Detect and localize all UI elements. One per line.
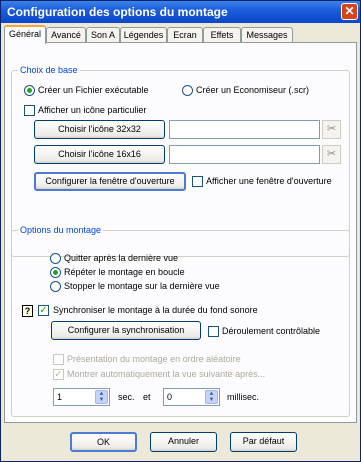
general-panel: Choix de base Créer un Fichier exécutabl… <box>4 42 357 423</box>
tab-sound-a[interactable]: Son A <box>86 27 120 43</box>
radio-quit[interactable] <box>50 253 61 264</box>
configure-sync-button[interactable]: Configurer la synchronisation <box>51 321 201 340</box>
ok-button[interactable]: OK <box>70 432 137 452</box>
default-button[interactable]: Par défaut <box>230 432 297 452</box>
radio-scr-label: Créer un Economiseur (.scr) <box>196 85 310 95</box>
tab-screen[interactable]: Ecran <box>167 27 203 43</box>
show-icon-checkbox[interactable] <box>24 105 35 116</box>
show-open-window-label: Afficher une fenêtre d'ouverture <box>206 176 332 186</box>
spinner-arrows-icon[interactable]: ▲ ▼ <box>205 390 218 404</box>
milliseconds-label: millisec. <box>227 392 260 402</box>
tab-advanced[interactable]: Avancé <box>46 27 86 43</box>
seconds-spinner[interactable]: 1 ▲ ▼ <box>53 388 110 406</box>
tab-general[interactable]: Général <box>4 25 46 44</box>
radio-quit-label: Quitter après la dernière vue <box>64 253 179 263</box>
window-title: Configuration des options du montage <box>7 5 228 19</box>
spinner-arrows-icon[interactable]: ▲ ▼ <box>95 390 108 404</box>
show-icon-label: Afficher un icône particulier <box>38 105 147 115</box>
tab-effects[interactable]: Effets <box>203 27 241 43</box>
sync-label: Synchroniser le montage à la durée du fo… <box>53 305 258 315</box>
radio-stop-label: Stopper le montage sur la dernière vue <box>64 281 220 291</box>
controllable-label: Déroulement contrôlable <box>222 326 321 336</box>
base-legend: Choix de base <box>20 65 78 75</box>
show-open-window-checkbox[interactable] <box>192 176 203 187</box>
options-legend: Options du montage <box>20 225 102 235</box>
seconds-label: sec. <box>118 392 135 402</box>
auto-next-checkbox[interactable]: ✓ <box>53 369 64 380</box>
icon-32-path-field[interactable] <box>169 120 320 139</box>
scissors-icon[interactable]: ✂ <box>322 120 341 139</box>
radio-scr[interactable] <box>182 85 193 96</box>
random-order-checkbox[interactable] <box>53 354 64 365</box>
milliseconds-value: 0 <box>167 392 173 402</box>
radio-repeat-label: Répéter le montage en boucle <box>64 267 185 277</box>
random-order-label: Présentation du montage en ordre aléatoi… <box>67 354 241 364</box>
sync-checkbox[interactable]: ✓ <box>38 305 49 316</box>
seconds-value: 1 <box>57 392 63 402</box>
icon-16-path-field[interactable] <box>169 145 320 164</box>
controllable-checkbox[interactable] <box>208 326 219 337</box>
configure-open-window-button[interactable]: Configurer la fenêtre d'ouverture <box>34 172 186 191</box>
help-icon[interactable]: ? <box>22 305 33 317</box>
tab-captions[interactable]: Légendes <box>120 27 167 43</box>
radio-exe[interactable] <box>24 85 35 96</box>
auto-next-label: Montrer automatiquement la vue suivante … <box>67 369 266 379</box>
radio-stop[interactable] <box>50 281 61 292</box>
tab-messages[interactable]: Messages <box>241 27 293 43</box>
choose-icon-16-button[interactable]: Choisir l'icône 16x16 <box>34 145 165 164</box>
close-button[interactable]: ✕ <box>341 3 358 20</box>
milliseconds-spinner[interactable]: 0 ▲ ▼ <box>163 388 220 406</box>
title-bar[interactable]: Configuration des options du montage ✕ <box>1 1 360 23</box>
close-icon: ✕ <box>344 4 355 18</box>
scissors-icon[interactable]: ✂ <box>322 145 341 164</box>
dialog-window: Configuration des options du montage ✕ G… <box>0 0 361 462</box>
radio-repeat[interactable] <box>50 267 61 278</box>
cancel-button[interactable]: Annuler <box>150 432 217 452</box>
radio-exe-label: Créer un Fichier exécutable <box>38 85 149 95</box>
and-label: et <box>143 392 151 402</box>
choose-icon-32-button[interactable]: Choisir l'icône 32x32 <box>34 120 165 139</box>
